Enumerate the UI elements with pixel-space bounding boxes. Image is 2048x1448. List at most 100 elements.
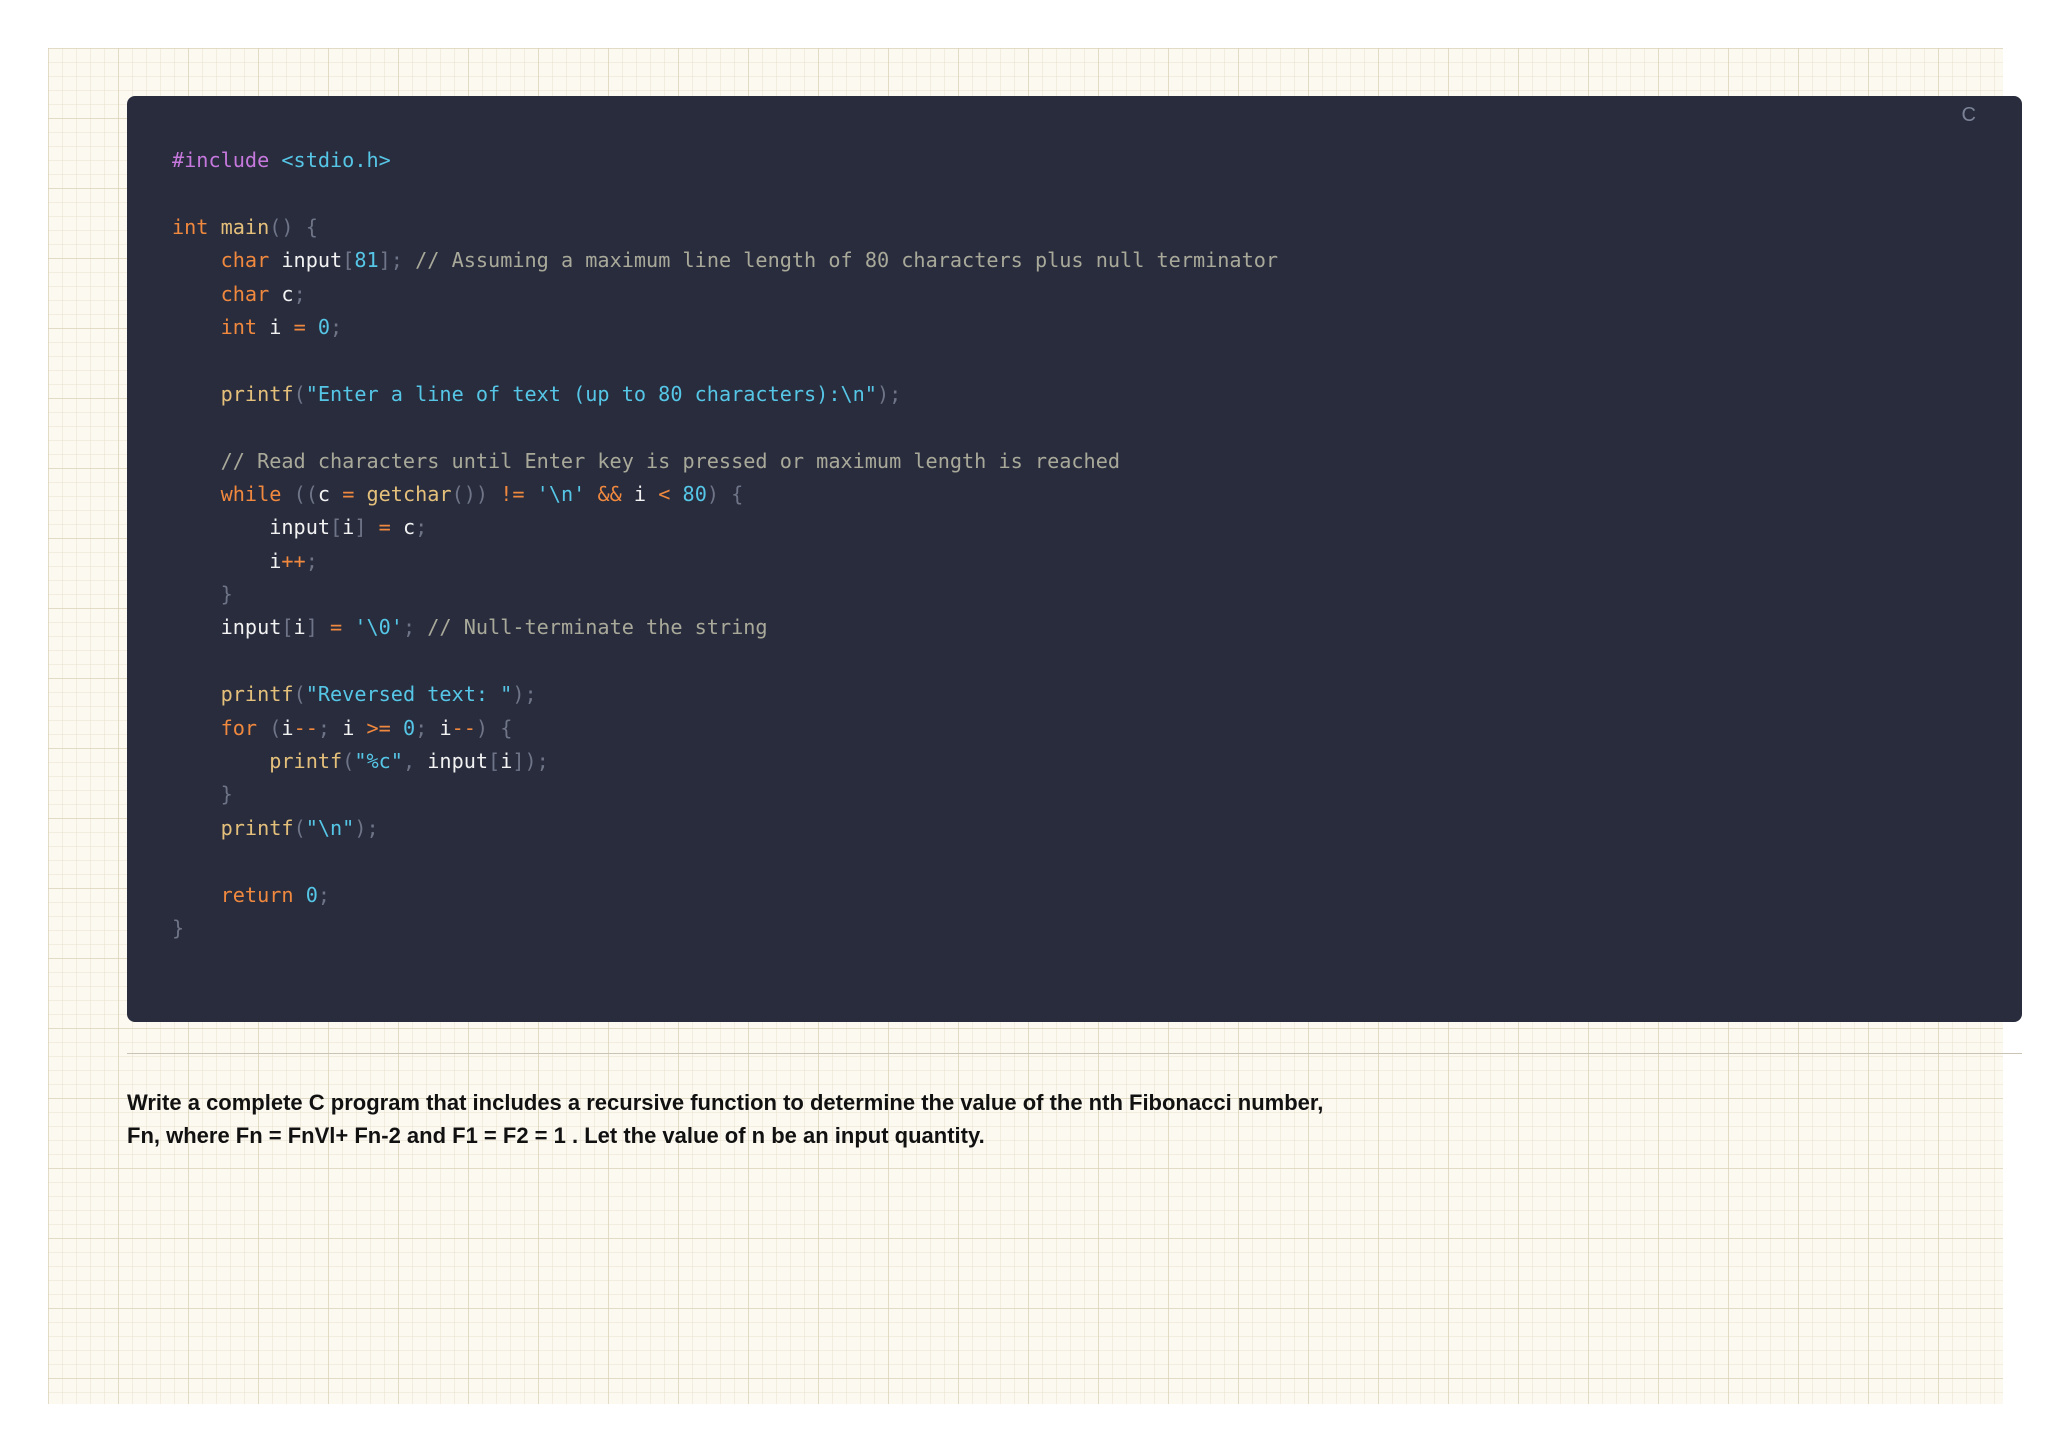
code-token: [ [488, 749, 501, 774]
grid-paper-background: C #include <stdio.h> int main() { char in… [48, 48, 2022, 1404]
code-line: } [172, 578, 2022, 611]
code-line: i++; [172, 545, 2022, 578]
code-token: 0 [317, 314, 331, 339]
code-token: 80 [682, 481, 707, 506]
code-token: '\0' [354, 615, 403, 640]
code-token: char [220, 248, 282, 273]
code-token: "\n" [305, 815, 355, 840]
code-content: #include <stdio.h> int main() { char inpu… [172, 144, 2022, 945]
code-token: c [402, 515, 416, 540]
code-token: ; [415, 715, 440, 740]
code-line: int main() { [172, 211, 2022, 244]
code-block: C #include <stdio.h> int main() { char in… [127, 96, 2022, 1022]
code-token: , [402, 749, 428, 774]
code-token: 0 [305, 882, 318, 907]
code-token: char [220, 281, 282, 306]
code-token: ] [354, 515, 379, 540]
code-token: >= [366, 715, 403, 740]
code-token: 0 [402, 715, 416, 740]
code-token: "Reversed text: " [305, 682, 513, 707]
code-token: i [439, 715, 452, 740]
code-token: i [281, 715, 294, 740]
code-token: '\n' [536, 481, 598, 506]
code-language-label: C [1961, 104, 1976, 126]
code-token: "%c" [354, 749, 403, 774]
code-token: ); [876, 381, 902, 406]
code-token: printf [220, 682, 294, 707]
code-token: < [658, 481, 683, 506]
code-token: ; [402, 615, 428, 640]
code-token: = [330, 615, 355, 640]
code-token: [ [281, 615, 294, 640]
code-line: char input[81]; // Assuming a maximum li… [172, 244, 2022, 277]
code-token: () { [269, 214, 318, 239]
code-token: // Null-terminate the string [427, 615, 768, 640]
code-token: [ [342, 248, 355, 273]
code-token: ( [342, 749, 355, 774]
code-token: int [172, 214, 221, 239]
code-token: main [220, 214, 270, 239]
code-token: // Read characters until Enter key is pr… [220, 448, 1121, 473]
code-token: } [172, 782, 233, 807]
code-line: return 0; [172, 879, 2022, 912]
code-line: printf("%c", input[i]); [172, 745, 2022, 778]
code-token: <stdio.h> [281, 148, 391, 172]
code-token: return [220, 882, 306, 907]
code-token: -- [293, 715, 318, 740]
code-line: input[i] = c; [172, 511, 2022, 544]
code-token: ( [293, 682, 306, 707]
code-line: printf("Enter a line of text (up to 80 c… [172, 378, 2022, 411]
code-token: c [281, 281, 294, 306]
code-token: ); [512, 682, 537, 707]
code-token: i [172, 548, 282, 573]
code-token: 81 [354, 248, 379, 273]
code-line: while ((c = getchar()) != '\n' && i < 80… [172, 478, 2022, 511]
code-token: ) { [475, 715, 513, 740]
code-token: printf [220, 381, 294, 406]
code-token: ( [269, 715, 282, 740]
code-line: } [172, 778, 2022, 811]
code-token: ()) [451, 481, 501, 506]
code-token: ; [317, 715, 343, 740]
code-line: #include <stdio.h> [172, 144, 2022, 177]
code-token: } [172, 915, 185, 940]
code-token: int [220, 314, 270, 339]
code-token: ) { [706, 481, 744, 506]
code-token: (( [293, 481, 318, 506]
code-token: ); [354, 815, 379, 840]
code-token: printf [269, 749, 343, 774]
code-token: ( [293, 381, 306, 406]
code-token: while [220, 481, 294, 506]
code-line: printf("\n"); [172, 812, 2022, 845]
code-line: // Read characters until Enter key is pr… [172, 445, 2022, 478]
code-token: for [220, 715, 270, 740]
code-token: ; [330, 314, 343, 339]
question-text: Write a complete C program that includes… [127, 1090, 1324, 1148]
code-token: printf [220, 815, 294, 840]
code-token: && [597, 481, 634, 506]
code-line: int i = 0; [172, 311, 2022, 344]
code-line: char c; [172, 278, 2022, 311]
code-line: } [172, 912, 2022, 945]
code-token: ; [305, 548, 318, 573]
code-token: ( [293, 815, 306, 840]
code-token: ]; [378, 248, 416, 273]
code-token: "Enter a line of text (up to 80 characte… [305, 381, 877, 406]
code-token: [ [330, 515, 343, 540]
code-token: ; [415, 515, 428, 540]
code-token: i [293, 615, 306, 640]
code-token: i [633, 481, 659, 506]
code-token: } [172, 582, 233, 607]
